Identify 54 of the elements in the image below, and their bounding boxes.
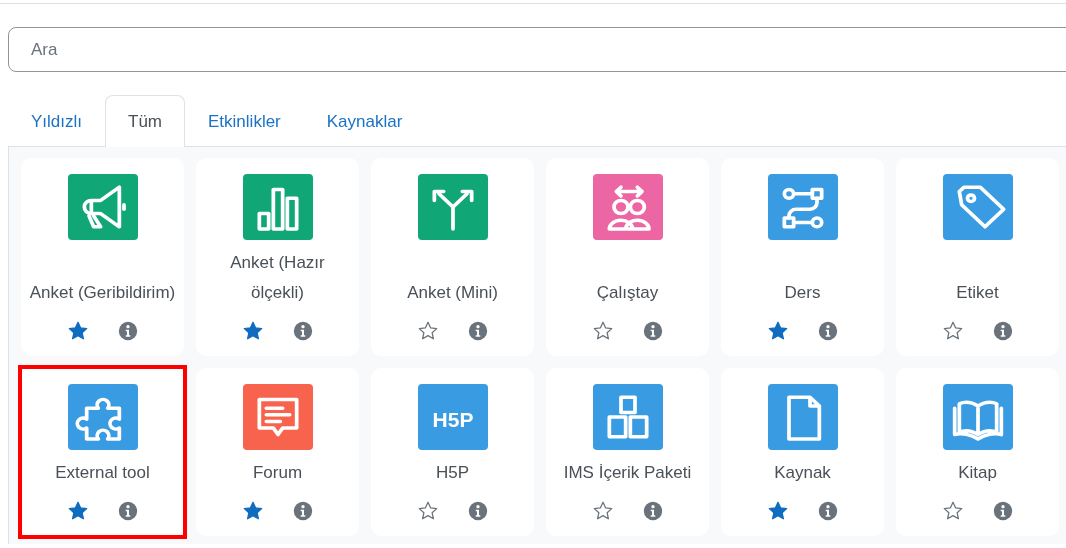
module-card[interactable]: Kaynak [721,368,884,536]
info-icon[interactable] [116,320,139,342]
module-name: IMS İçerik Paketi [563,462,692,484]
info-icon[interactable] [291,320,314,342]
module-name: Anket (Mini) [407,282,498,304]
star-icon[interactable] [766,320,789,342]
module-card[interactable]: Anket (Geribildirim) [21,158,184,356]
star-icon[interactable] [591,320,614,342]
module-name: Anket (Geribildirim) [29,282,176,304]
logo-icon: H5P [417,384,488,450]
module-card[interactable]: Anket (Mini) [371,158,534,356]
tab[interactable]: Etkinlikler [185,95,304,147]
module-name: H5P [435,462,470,484]
info-icon[interactable] [641,320,664,342]
info-icon[interactable] [991,500,1014,522]
module-name: Forum [252,462,303,484]
module-card[interactable]: Çalıştay [546,158,709,356]
info-icon[interactable] [466,320,489,342]
module-name: Kaynak [774,462,831,484]
info-icon[interactable] [116,500,139,522]
star-icon[interactable] [241,500,264,522]
tab[interactable]: Kaynaklar [303,95,426,147]
search-field[interactable]: Ara [8,27,1066,72]
tab[interactable]: Tüm [105,95,186,147]
module-name: Ders [784,282,821,304]
star-icon[interactable] [66,320,89,342]
info-icon[interactable] [641,500,664,522]
info-icon[interactable] [816,500,839,522]
tab[interactable]: Yıldızlı [8,95,106,147]
module-name: External tool [55,462,150,484]
module-card[interactable]: Ders [721,158,884,356]
info-icon[interactable] [291,500,314,522]
module-card[interactable]: External tool [21,368,184,536]
info-icon[interactable] [466,500,489,522]
star-icon[interactable] [591,500,614,522]
module-card[interactable]: Etiket [896,158,1059,356]
star-icon[interactable] [941,320,964,342]
star-icon[interactable] [941,500,964,522]
info-icon[interactable] [816,320,839,342]
info-icon[interactable] [991,320,1014,342]
module-card[interactable]: Anket (Hazır ölçekli) [196,158,359,356]
module-card[interactable]: Kitap [896,368,1059,536]
star-icon[interactable] [416,500,439,522]
module-name: Kitap [958,462,997,484]
star-icon[interactable] [66,500,89,522]
module-card[interactable]: H5P H5P [371,368,534,536]
module-card[interactable]: Forum [196,368,359,536]
module-name: Etiket [956,282,999,304]
star-icon[interactable] [241,320,264,342]
star-icon[interactable] [766,500,789,522]
module-name: Çalıştay [596,282,659,304]
module-card[interactable]: IMS İçerik Paketi [546,368,709,536]
star-icon[interactable] [416,320,439,342]
module-name: Anket (Hazır ölçekli) [229,252,326,304]
